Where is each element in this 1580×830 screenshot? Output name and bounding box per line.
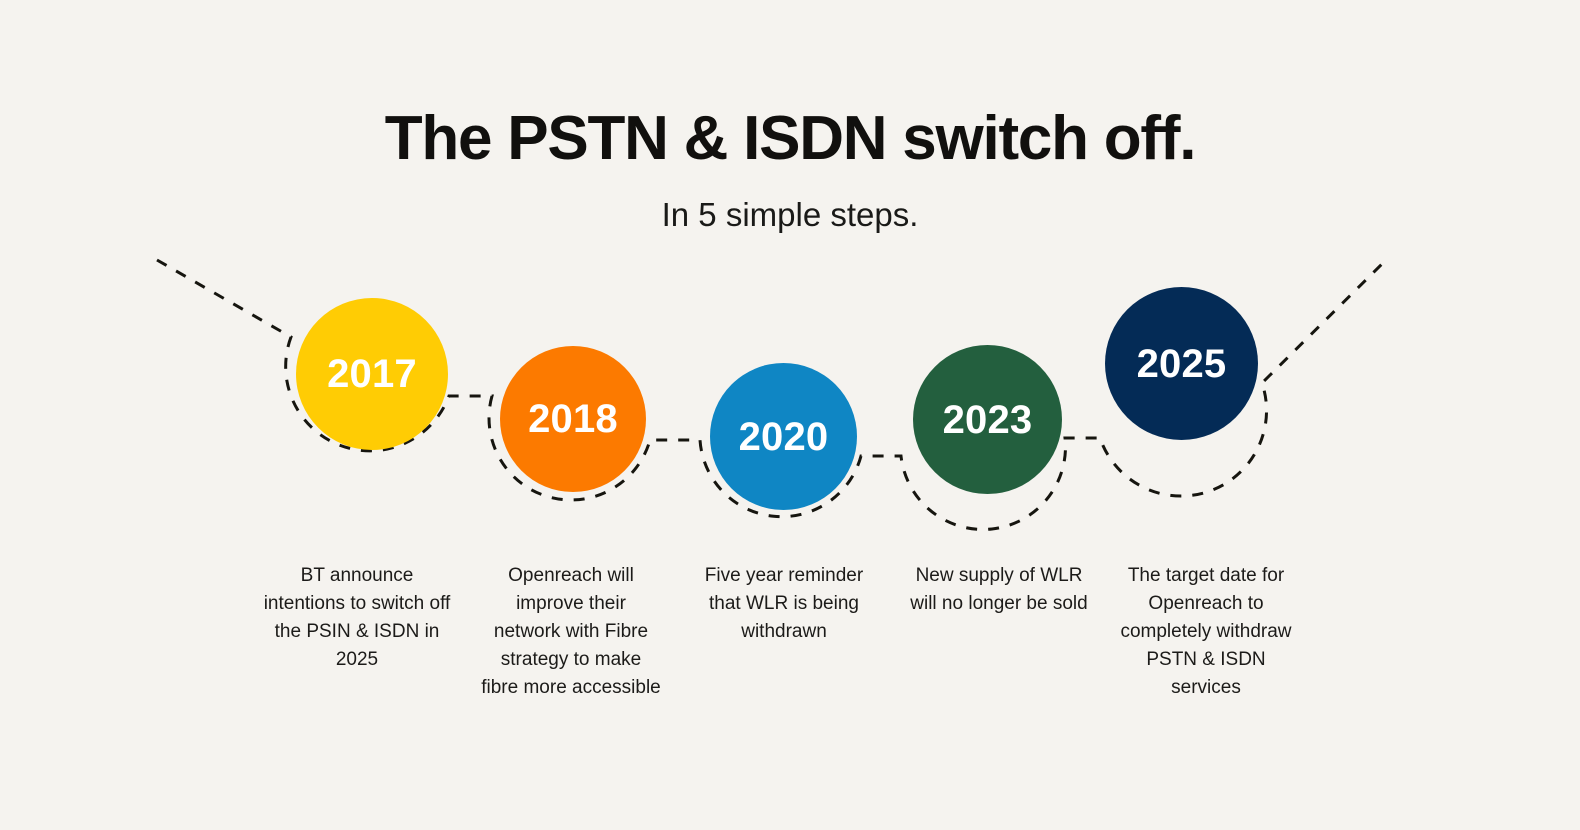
year-label-2018: 2018 xyxy=(528,397,618,441)
year-circle-2025[interactable]: 2025 xyxy=(1105,287,1258,440)
heading-block: The PSTN & ISDN switch off. In 5 simple … xyxy=(0,104,1580,235)
year-circle-2018[interactable]: 2018 xyxy=(500,346,646,492)
step-caption-2017: BT announce intentions to switch off the… xyxy=(263,565,451,670)
year-circle-2017[interactable]: 2017 xyxy=(296,298,448,450)
step-caption-2018: Openreach will improve their network wit… xyxy=(481,565,661,698)
step-caption-2025: The target date for Openreach to complet… xyxy=(1120,565,1292,698)
step-caption-2020: Five year reminder that WLR is being wit… xyxy=(704,565,864,642)
year-circle-2023[interactable]: 2023 xyxy=(913,345,1062,494)
step-caption-2023: New supply of WLR will no longer be sold xyxy=(910,565,1088,614)
infographic-canvas: The PSTN & ISDN switch off. In 5 simple … xyxy=(0,0,1580,830)
year-label-2020: 2020 xyxy=(738,414,829,459)
page-title: The PSTN & ISDN switch off. xyxy=(384,104,1197,173)
year-circle-2020[interactable]: 2020 xyxy=(710,363,857,510)
year-label-2025: 2025 xyxy=(1136,341,1227,386)
year-label-2023: 2023 xyxy=(942,397,1033,442)
year-label-2017: 2017 xyxy=(327,352,417,396)
page-subtitle: In 5 simple steps. xyxy=(661,196,919,234)
